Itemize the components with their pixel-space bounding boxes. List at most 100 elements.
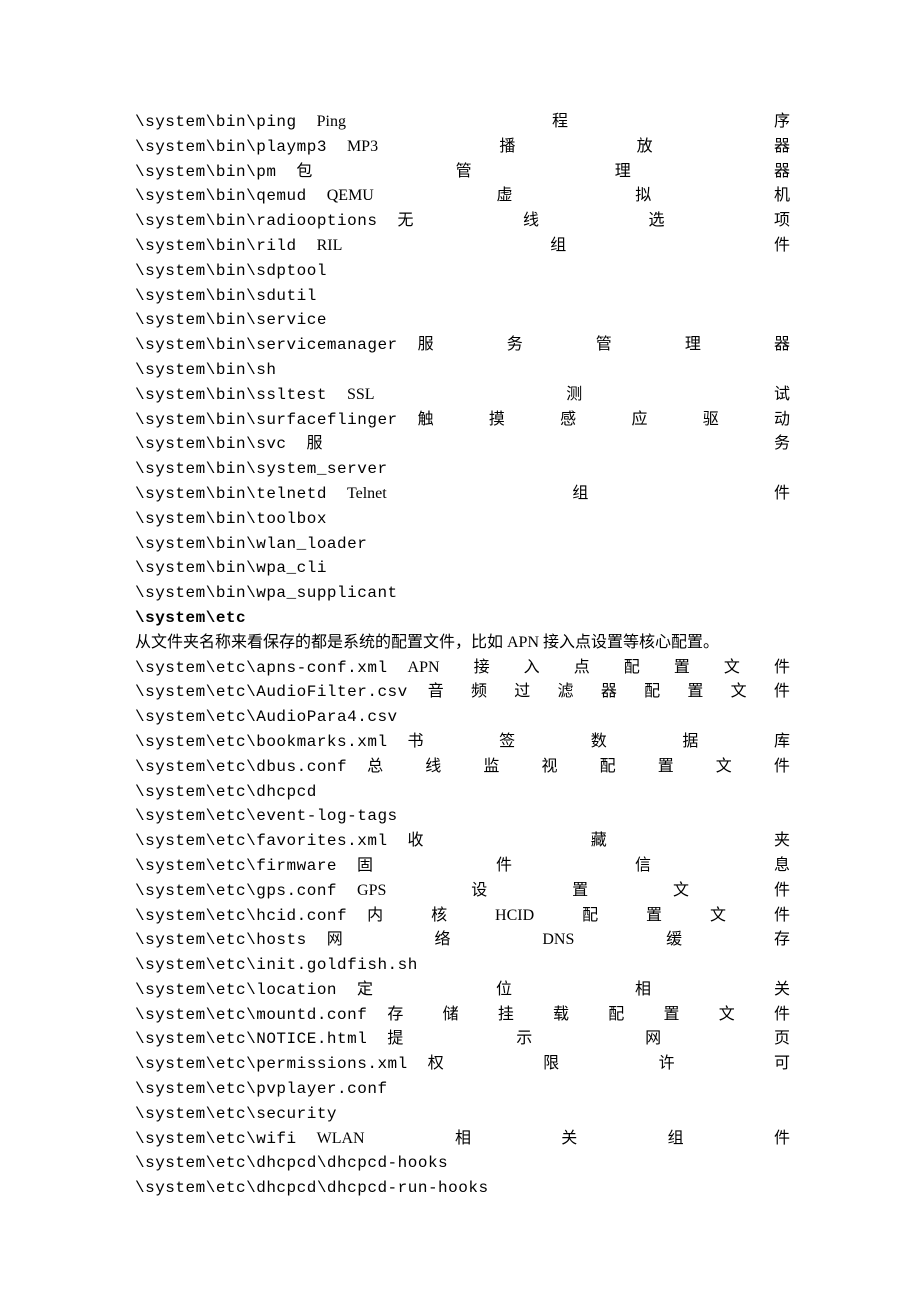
entry-path: \system\bin\telnetd xyxy=(135,482,327,507)
entry-path: \system\bin\rild xyxy=(135,234,297,259)
entry-path: \system\bin\sdptool xyxy=(135,259,327,284)
entry-path: \system\etc\pvplayer.conf xyxy=(135,1077,388,1102)
entry-path: \system\etc\NOTICE.html xyxy=(135,1027,367,1052)
file-entry: \system\etc\firmware 固件信息 xyxy=(135,854,790,879)
entry-desc: SSL测试 xyxy=(347,383,790,408)
entry-desc: 服务 xyxy=(307,432,790,457)
file-entry: \system\bin\telnetdTelnet组件 xyxy=(135,482,790,507)
file-entry: \system\bin\surfaceflinger 触摸感应驱动 xyxy=(135,408,790,433)
entry-desc: 存储挂载配置文件 xyxy=(387,1003,790,1028)
entry-path: \system\bin\ping xyxy=(135,110,297,135)
entry-desc: 固件信息 xyxy=(357,854,790,879)
file-entry: \system\etc\permissions.xml 权限许可 xyxy=(135,1052,790,1077)
section-intro: 从文件夹名称来看保存的都是系统的配置文件，比如 APN 接入点设置等核心配置。 xyxy=(135,631,790,656)
file-entry: \system\etc\mountd.conf 存储挂载配置文件 xyxy=(135,1003,790,1028)
entry-path: \system\etc\hosts xyxy=(135,928,307,953)
entry-path: \system\etc\favorites.xml xyxy=(135,829,388,854)
entry-path: \system\bin\pm xyxy=(135,160,276,185)
file-entry: \system\bin\service xyxy=(135,308,790,333)
file-entry: \system\bin\playmp3MP3播放器 xyxy=(135,135,790,160)
entry-path: \system\etc\bookmarks.xml xyxy=(135,730,388,755)
entry-path: \system\etc\dhcpcd\dhcpcd-run-hooks xyxy=(135,1176,489,1201)
file-entry: \system\bin\ping Ping程序 xyxy=(135,110,790,135)
entry-path: \system\etc\mountd.conf xyxy=(135,1003,367,1028)
file-entry: \system\etc\favorites.xml 收藏夹 xyxy=(135,829,790,854)
entry-path: \system\bin\radiooptions xyxy=(135,209,377,234)
file-entry: \system\bin\sh xyxy=(135,358,790,383)
entry-desc: 书签数据库 xyxy=(408,730,790,755)
file-entry: \system\bin\sdptool xyxy=(135,259,790,284)
entry-path: \system\etc\apns-conf.xml xyxy=(135,656,388,681)
entry-desc: MP3播放器 xyxy=(347,135,790,160)
file-entry: \system\etc\AudioFilter.csv音频过滤器配置文件 xyxy=(135,680,790,705)
entry-desc: 无线选项 xyxy=(397,209,790,234)
file-entry: \system\etc\bookmarks.xml 书签数据库 xyxy=(135,730,790,755)
file-entry: \system\bin\radiooptions 无线选项 xyxy=(135,209,790,234)
entry-path: \system\etc\dhcpcd xyxy=(135,780,317,805)
entry-desc: 内核HCID配置文件 xyxy=(367,904,790,929)
entry-path: \system\etc\wifi xyxy=(135,1127,297,1152)
entry-path: \system\etc\permissions.xml xyxy=(135,1052,408,1077)
entry-path: \system\etc\AudioPara4.csv xyxy=(135,705,398,730)
file-entry: \system\bin\svc 服务 xyxy=(135,432,790,457)
file-entry: \system\bin\servicemanager服务管理器 xyxy=(135,333,790,358)
entry-path: \system\etc\location xyxy=(135,978,337,1003)
entry-path: \system\bin\ssltest xyxy=(135,383,327,408)
file-entry: \system\etc\NOTICE.html 提示网页 xyxy=(135,1027,790,1052)
file-entry: \system\bin\qemud QEMU虚拟机 xyxy=(135,184,790,209)
entry-desc: RIL组件 xyxy=(317,234,790,259)
entry-desc: 收藏夹 xyxy=(408,829,790,854)
file-entry: \system\etc\pvplayer.conf xyxy=(135,1077,790,1102)
entry-path: \system\bin\qemud xyxy=(135,184,307,209)
entry-path: \system\bin\toolbox xyxy=(135,507,327,532)
entry-desc: 权限许可 xyxy=(428,1052,790,1077)
document-body: \system\bin\ping Ping程序\system\bin\playmp… xyxy=(135,110,790,1201)
file-entry: \system\bin\ssltest SSL测试 xyxy=(135,383,790,408)
file-entry: \system\etc\location 定位相关 xyxy=(135,978,790,1003)
file-entry: \system\etc\security xyxy=(135,1102,790,1127)
entry-path: \system\bin\sh xyxy=(135,358,276,383)
entry-path: \system\etc\init.goldfish.sh xyxy=(135,953,418,978)
file-entry: \system\etc\event-log-tags xyxy=(135,804,790,829)
entry-desc: 定位相关 xyxy=(357,978,790,1003)
entry-path: \system\bin\wpa_cli xyxy=(135,556,327,581)
file-entry: \system\etc\dhcpcd\dhcpcd-run-hooks xyxy=(135,1176,790,1201)
file-entry: \system\etc\wifi WLAN相关组件 xyxy=(135,1127,790,1152)
entry-desc: QEMU虚拟机 xyxy=(327,184,790,209)
file-entry: \system\etc\hosts 网络DNS缓存 xyxy=(135,928,790,953)
entry-path: \system\etc\dhcpcd\dhcpcd-hooks xyxy=(135,1151,448,1176)
file-entry: \system\bin\wpa_supplicant xyxy=(135,581,790,606)
section-header: \system\etc xyxy=(135,606,790,631)
entry-desc: 提示网页 xyxy=(387,1027,790,1052)
entry-desc: Ping程序 xyxy=(317,110,790,135)
file-entry: \system\etc\dbus.conf总线监视配置文件 xyxy=(135,755,790,780)
entry-desc: 总线监视配置文件 xyxy=(367,755,790,780)
entry-path: \system\bin\wpa_supplicant xyxy=(135,581,398,606)
file-entry: \system\etc\apns-conf.xmlAPN接入点配置文件 xyxy=(135,656,790,681)
entry-desc: 网络DNS缓存 xyxy=(327,928,790,953)
entry-desc: WLAN相关组件 xyxy=(317,1127,790,1152)
entry-path: \system\bin\surfaceflinger xyxy=(135,408,398,433)
file-entry: \system\etc\gps.conf GPS设置文件 xyxy=(135,879,790,904)
entry-desc: 触摸感应驱动 xyxy=(418,408,790,433)
entry-path: \system\etc\hcid.conf xyxy=(135,904,347,929)
file-entry: \system\etc\AudioPara4.csv xyxy=(135,705,790,730)
entry-path: \system\etc\event-log-tags xyxy=(135,804,398,829)
entry-path: \system\bin\servicemanager xyxy=(135,333,398,358)
entry-desc: 音频过滤器配置文件 xyxy=(428,680,790,705)
file-entry: \system\bin\wpa_cli xyxy=(135,556,790,581)
file-entry: \system\bin\wlan_loader xyxy=(135,532,790,557)
entry-path: \system\bin\svc xyxy=(135,432,287,457)
entry-path: \system\etc\security xyxy=(135,1102,337,1127)
entry-path: \system\etc\firmware xyxy=(135,854,337,879)
file-entry: \system\bin\rild RIL组件 xyxy=(135,234,790,259)
entry-desc: GPS设置文件 xyxy=(357,879,790,904)
file-entry: \system\bin\system_server xyxy=(135,457,790,482)
file-entry: \system\etc\dhcpcd xyxy=(135,780,790,805)
file-entry: \system\etc\init.goldfish.sh xyxy=(135,953,790,978)
entry-path: \system\bin\sdutil xyxy=(135,284,317,309)
file-entry: \system\etc\dhcpcd\dhcpcd-hooks xyxy=(135,1151,790,1176)
file-entry: \system\bin\pm包管理器 xyxy=(135,160,790,185)
entry-path: \system\etc\gps.conf xyxy=(135,879,337,904)
file-entry: \system\bin\sdutil xyxy=(135,284,790,309)
